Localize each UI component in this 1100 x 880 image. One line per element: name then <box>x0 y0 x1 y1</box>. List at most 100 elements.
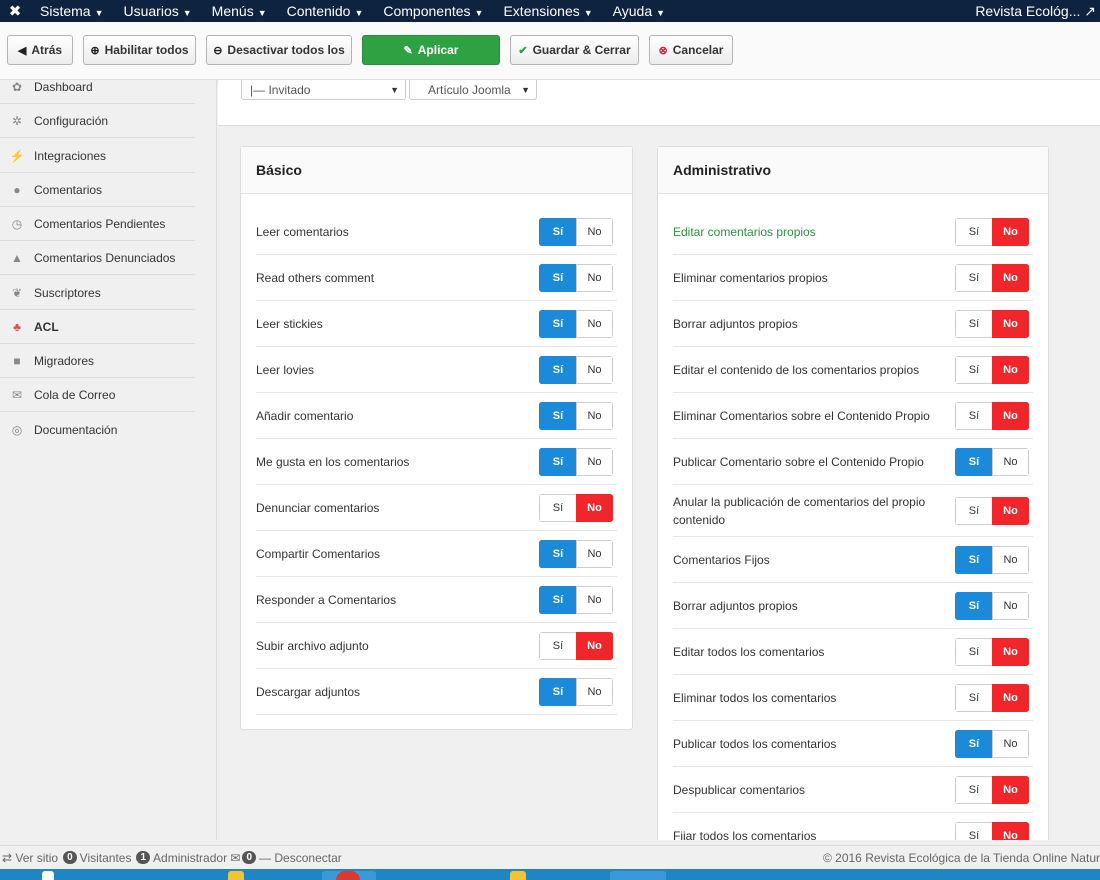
view-site-icon: ⇄ <box>2 850 13 865</box>
menu-ayuda[interactable]: Ayuda ▼ <box>603 3 675 19</box>
cancel-button[interactable]: ⊗ Cancelar <box>649 35 733 65</box>
toggle-no-button[interactable]: No <box>576 539 613 568</box>
toggle-yes-button[interactable]: Sí <box>955 496 992 525</box>
permission-row: Subir archivo adjunto Sí No <box>256 623 617 669</box>
toggle-no-button[interactable]: No <box>992 729 1029 758</box>
toggle-yes-button[interactable]: Sí <box>955 447 992 476</box>
sidebar-item-suscriptores[interactable]: ❦ Suscriptores <box>0 276 195 310</box>
enable-all-button[interactable]: ⊕ Habilitar todos <box>83 35 196 65</box>
sidebar-item-cola-correo[interactable]: ✉ Cola de Correo <box>0 378 195 412</box>
save-close-button[interactable]: ✔ Guardar & Cerrar <box>510 35 639 65</box>
toggle-yes-button[interactable]: Sí <box>539 309 576 338</box>
chrome-logo-icon <box>336 871 360 880</box>
toggle-no-button[interactable]: No <box>992 496 1029 525</box>
toggle-yes-button[interactable]: Sí <box>955 401 992 430</box>
messages-count-badge[interactable]: 0 <box>242 851 257 864</box>
toggle-no-button[interactable]: No <box>992 821 1029 840</box>
joomla-icon[interactable]: ✖ <box>0 2 30 20</box>
external-link-icon: ↗ <box>1084 3 1096 19</box>
admins-label[interactable]: Administrador <box>153 851 227 865</box>
toggle-no-button[interactable]: No <box>576 217 613 246</box>
sidebar-item-integraciones[interactable]: ⚡ Integraciones <box>0 139 195 173</box>
toggle-no-button[interactable]: No <box>992 775 1029 804</box>
yes-no-toggle: Sí No <box>955 683 1029 712</box>
toggle-no-button[interactable]: No <box>992 545 1029 574</box>
toggle-no-button[interactable]: No <box>576 493 613 522</box>
toggle-no-button[interactable]: No <box>576 585 613 614</box>
leaf-icon: ❦ <box>11 285 23 300</box>
toggle-yes-button[interactable]: Sí <box>955 683 992 712</box>
dashboard-icon: ✿ <box>11 79 23 94</box>
toggle-no-button[interactable]: No <box>576 401 613 430</box>
yes-no-toggle: Sí No <box>539 401 613 430</box>
visitors-label[interactable]: Visitantes <box>80 851 132 865</box>
toggle-yes-button[interactable]: Sí <box>955 821 992 840</box>
toggle-yes-button[interactable]: Sí <box>539 677 576 706</box>
sidebar-item-configuracion[interactable]: ✲ Configuración <box>0 104 195 138</box>
toggle-yes-button[interactable]: Sí <box>539 263 576 292</box>
toggle-yes-button[interactable]: Sí <box>539 493 576 522</box>
back-button[interactable]: ◀ Atrás <box>7 35 73 65</box>
menu-sistema[interactable]: Sistema ▼ <box>30 3 114 19</box>
toggle-yes-button[interactable]: Sí <box>539 631 576 660</box>
folder-taskbar-icon[interactable] <box>228 871 244 880</box>
content-select[interactable]: Artículo Joomla ▼ <box>409 80 537 100</box>
toggle-no-button[interactable]: No <box>992 217 1029 246</box>
toggle-no-button[interactable]: No <box>576 677 613 706</box>
menu-menus[interactable]: Menús ▼ <box>202 3 277 19</box>
sidebar-item-migradores[interactable]: ■ Migradores <box>0 344 195 378</box>
sidebar-item-label: Comentarios Denunciados <box>34 250 176 265</box>
toggle-yes-button[interactable]: Sí <box>955 545 992 574</box>
toggle-yes-button[interactable]: Sí <box>955 775 992 804</box>
toggle-no-button[interactable]: No <box>992 309 1029 338</box>
toggle-yes-button[interactable]: Sí <box>539 447 576 476</box>
toggle-no-button[interactable]: No <box>576 309 613 338</box>
menu-usuarios[interactable]: Usuarios ▼ <box>114 3 202 19</box>
sidebar-item-dashboard[interactable]: ✿ Dashboard <box>0 70 195 104</box>
yes-no-toggle: Sí No <box>955 775 1029 804</box>
toggle-no-button[interactable]: No <box>992 683 1029 712</box>
toggle-yes-button[interactable]: Sí <box>539 217 576 246</box>
site-link[interactable]: Revista Ecológ... ↗ <box>975 0 1096 22</box>
sidebar-item-documentacion[interactable]: ◎ Documentación <box>0 413 195 447</box>
toggle-yes-button[interactable]: Sí <box>539 401 576 430</box>
toggle-no-button[interactable]: No <box>992 355 1029 384</box>
toggle-yes-button[interactable]: Sí <box>955 217 992 246</box>
disable-all-button[interactable]: ⊖ Desactivar todos los <box>206 35 352 65</box>
permission-row: Despublicar comentarios Sí No <box>673 767 1033 813</box>
toggle-yes-button[interactable]: Sí <box>955 729 992 758</box>
toggle-no-button[interactable]: No <box>992 637 1029 666</box>
group-select[interactable]: |— Invitado ▼ <box>241 80 406 100</box>
menu-componentes[interactable]: Componentes ▼ <box>373 3 493 19</box>
active-taskbar-icon[interactable] <box>610 871 666 880</box>
site-name: Revista Ecológ... <box>975 3 1081 19</box>
logout-link[interactable]: Desconectar <box>274 851 341 865</box>
toggle-yes-button[interactable]: Sí <box>539 539 576 568</box>
toggle-no-button[interactable]: No <box>992 591 1029 620</box>
sidebar-item-comentarios[interactable]: ● Comentarios <box>0 173 195 207</box>
menu-extensiones[interactable]: Extensiones ▼ <box>493 3 602 19</box>
toggle-yes-button[interactable]: Sí <box>955 637 992 666</box>
view-site-link[interactable]: Ver sitio <box>15 851 58 865</box>
sidebar-item-pendientes[interactable]: ◷ Comentarios Pendientes <box>0 207 195 241</box>
toggle-no-button[interactable]: No <box>992 263 1029 292</box>
toggle-no-button[interactable]: No <box>576 631 613 660</box>
toggle-yes-button[interactable]: Sí <box>539 585 576 614</box>
toggle-yes-button[interactable]: Sí <box>955 263 992 292</box>
toggle-yes-button[interactable]: Sí <box>955 591 992 620</box>
toggle-no-button[interactable]: No <box>992 401 1029 430</box>
toggle-no-button[interactable]: No <box>576 447 613 476</box>
toggle-no-button[interactable]: No <box>992 447 1029 476</box>
toggle-yes-button[interactable]: Sí <box>539 355 576 384</box>
toggle-yes-button[interactable]: Sí <box>955 355 992 384</box>
sidebar-item-denunciados[interactable]: ▲ Comentarios Denunciados <box>0 241 195 275</box>
yes-no-toggle: Sí No <box>955 545 1029 574</box>
sidebar-item-acl[interactable]: ♣ ACL <box>0 310 195 344</box>
menu-contenido[interactable]: Contenido ▼ <box>277 3 374 19</box>
explorer-taskbar-icon[interactable] <box>42 871 54 880</box>
toggle-yes-button[interactable]: Sí <box>955 309 992 338</box>
app-taskbar-icon[interactable] <box>510 871 526 880</box>
apply-button[interactable]: ✎ Aplicar <box>362 35 500 65</box>
toggle-no-button[interactable]: No <box>576 263 613 292</box>
toggle-no-button[interactable]: No <box>576 355 613 384</box>
